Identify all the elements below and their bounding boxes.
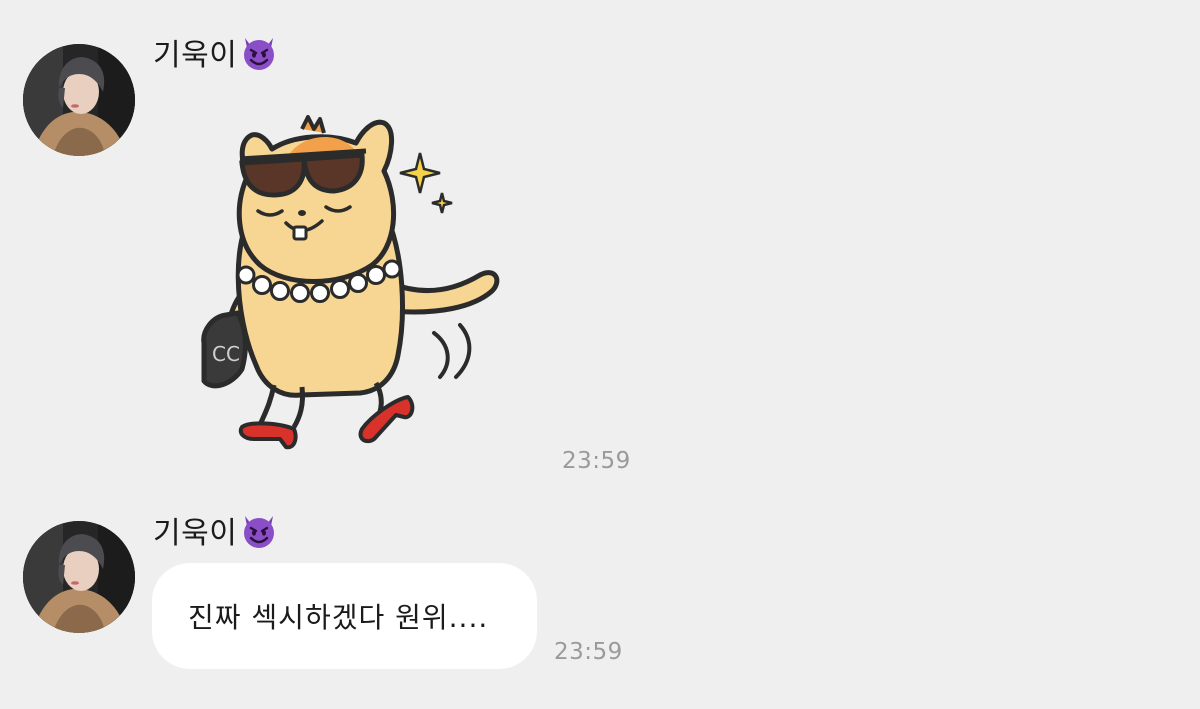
message-time: 23:59 (562, 448, 631, 474)
hamster-sticker[interactable]: CC (190, 115, 510, 455)
sender-name-text: 기욱이 (153, 516, 238, 551)
message-time: 23:59 (554, 639, 623, 665)
sender-name-text: 기욱이 (153, 38, 238, 73)
hamster-with-sunglasses-sticker-icon: CC (201, 115, 500, 450)
chat-message-sticker: 기욱이 CC 23:59 (0, 0, 1200, 500)
avatar-photo (23, 44, 135, 156)
message-text: 진짜 섹시하겠다 원위.... (188, 601, 489, 634)
chat-message-text: 기욱이 진짜 섹시하겠다 원위.... 23:59 (0, 500, 1200, 709)
sender-name: 기욱이 (153, 510, 279, 551)
sender-name: 기욱이 (153, 32, 279, 73)
message-bubble[interactable]: 진짜 섹시하겠다 원위.... (152, 563, 537, 669)
svg-text:CC: CC (212, 342, 240, 366)
smiling-devil-icon (239, 510, 279, 550)
avatar-photo (23, 521, 135, 633)
avatar[interactable] (23, 521, 135, 633)
avatar[interactable] (23, 44, 135, 156)
smiling-devil-icon (239, 32, 279, 72)
